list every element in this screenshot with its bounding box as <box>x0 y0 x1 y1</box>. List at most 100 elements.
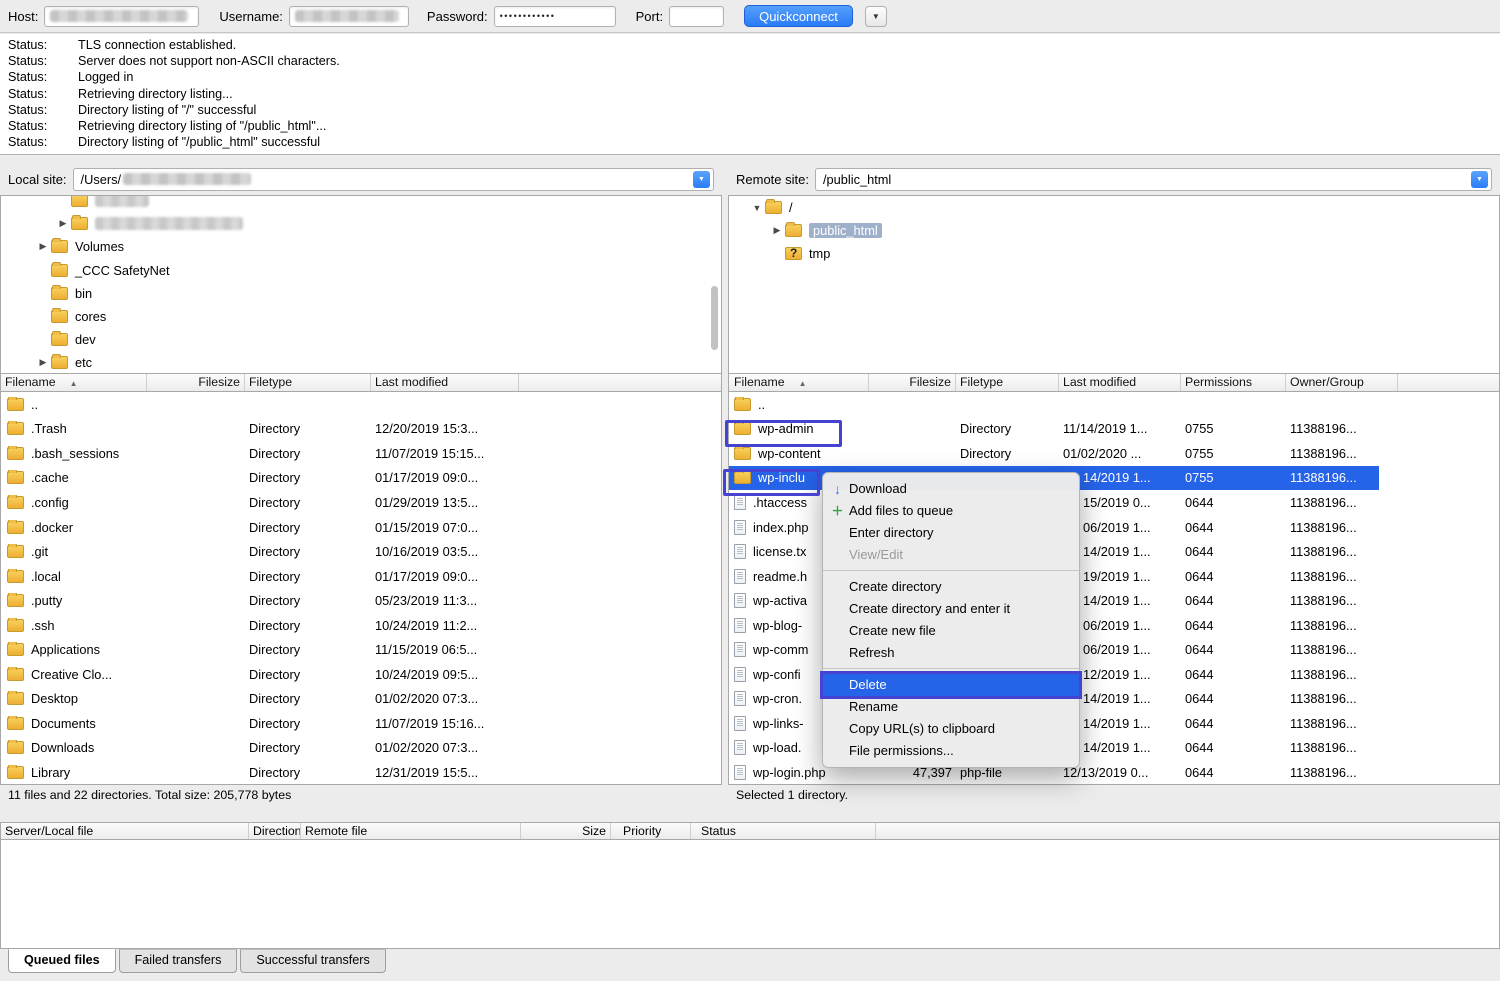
tree-item[interactable]: ▼ / <box>729 196 1499 219</box>
folder-icon <box>7 668 24 681</box>
column-header-permissions[interactable]: Permissions <box>1181 374 1286 391</box>
context-menu-item[interactable]: View/Edit <box>823 544 1079 566</box>
column-header-remote-file[interactable]: Remote file <box>301 823 521 839</box>
file-row[interactable]: .cache Directory 01/17/2019 09:0... <box>1 466 721 491</box>
context-menu-item[interactable]: Refresh <box>823 642 1079 664</box>
port-input[interactable] <box>669 6 724 27</box>
quickconnect-button[interactable]: Quickconnect <box>744 5 853 27</box>
status-line: Status: Retrieving directory listing... <box>8 87 1500 103</box>
column-header-filetype[interactable]: Filetype <box>956 374 1059 391</box>
tree-item[interactable]: tmp <box>729 242 1499 265</box>
file-owner: 11388196... <box>1286 421 1398 436</box>
context-menu-item[interactable] <box>823 570 1079 572</box>
column-header-filename[interactable]: Filename▲ <box>1 374 147 391</box>
column-header-size[interactable]: Size <box>521 823 611 839</box>
tree-item[interactable]: cores <box>1 305 721 328</box>
context-menu-item[interactable]: Create directory and enter it <box>823 598 1079 620</box>
file-name: .local <box>31 569 61 584</box>
tree-item[interactable]: _CCC SafetyNet <box>1 259 721 282</box>
password-input[interactable]: •••••••••••• <box>494 6 616 27</box>
tree-item[interactable]: ▶ <box>1 212 721 235</box>
disclosure-arrow-icon[interactable]: ▶ <box>55 218 71 229</box>
local-site-dropdown-button[interactable]: ▼ <box>693 171 710 188</box>
file-name: wp-content <box>758 446 821 461</box>
context-menu-item[interactable]: Download <box>823 478 1079 500</box>
file-row[interactable]: .. <box>729 392 1499 417</box>
context-menu-item[interactable]: Add files to queue <box>823 500 1079 522</box>
tree-item[interactable] <box>1 195 721 212</box>
tree-item[interactable]: ▶ Volumes <box>1 235 721 258</box>
quickconnect-dropdown-button[interactable]: ▼ <box>865 6 887 27</box>
tree-item[interactable]: ▶ public_html <box>729 219 1499 242</box>
disclosure-arrow-icon[interactable]: ▶ <box>35 357 51 368</box>
column-header-modified[interactable]: Last modified <box>371 374 519 391</box>
file-row[interactable]: .local Directory 01/17/2019 09:0... <box>1 564 721 589</box>
file-name: Library <box>31 765 70 780</box>
file-row[interactable]: Creative Clo... Directory 10/24/2019 09:… <box>1 662 721 687</box>
file-row[interactable]: Applications Directory 11/15/2019 06:5..… <box>1 637 721 662</box>
tree-scrollbar-thumb[interactable] <box>711 286 718 350</box>
column-header-modified[interactable]: Last modified <box>1059 374 1181 391</box>
queue-tab[interactable]: Queued files <box>8 949 116 973</box>
column-header-filename[interactable]: Filename▲ <box>729 374 869 391</box>
host-input[interactable] <box>44 6 199 27</box>
remote-site-dropdown-button[interactable]: ▼ <box>1471 171 1488 188</box>
column-header-status[interactable]: Status <box>691 823 876 839</box>
local-site-combo[interactable]: /Users/ ▼ <box>73 168 714 191</box>
file-row[interactable]: .Trash Directory 12/20/2019 15:3... <box>1 417 721 442</box>
redacted-local-path <box>123 173 251 185</box>
tree-item[interactable]: dev <box>1 328 721 351</box>
password-dots: •••••••••••• <box>500 11 556 21</box>
tree-item-label <box>95 195 149 207</box>
queue-tab[interactable]: Failed transfers <box>119 949 238 973</box>
file-row[interactable]: .git Directory 10/16/2019 03:5... <box>1 539 721 564</box>
context-menu-item[interactable]: Copy URL(s) to clipboard <box>823 718 1079 740</box>
folder-icon <box>7 422 24 435</box>
file-type: Directory <box>245 740 371 755</box>
column-header-filetype[interactable]: Filetype <box>245 374 371 391</box>
tree-item[interactable]: ▶ etc <box>1 351 721 374</box>
column-header-owner[interactable]: Owner/Group <box>1286 374 1398 391</box>
disclosure-arrow-icon[interactable]: ▶ <box>769 225 785 236</box>
context-menu-item[interactable] <box>823 668 1079 670</box>
local-pane: Local site: /Users/ ▼ ▶ <box>0 163 722 809</box>
file-permissions: 0644 <box>1181 740 1286 755</box>
file-name: wp-activa <box>753 593 807 608</box>
column-header-priority[interactable]: Priority <box>611 823 691 839</box>
file-name: index.php <box>753 520 809 535</box>
file-row[interactable]: wp-content Directory 01/02/2020 ... 0755… <box>729 441 1499 466</box>
column-header-filesize[interactable]: Filesize <box>869 374 956 391</box>
menu-item-label: Create new file <box>849 623 936 638</box>
context-menu-item[interactable]: Delete <box>823 674 1079 696</box>
file-row[interactable]: .putty Directory 05/23/2019 11:3... <box>1 588 721 613</box>
context-menu-item[interactable]: Create directory <box>823 576 1079 598</box>
status-line: Status: Directory listing of "/" success… <box>8 103 1500 119</box>
file-row[interactable]: .config Directory 01/29/2019 13:5... <box>1 490 721 515</box>
file-row[interactable]: Library Directory 12/31/2019 15:5... <box>1 760 721 785</box>
file-name: .. <box>31 397 38 412</box>
file-row[interactable]: .docker Directory 01/15/2019 07:0... <box>1 515 721 540</box>
password-label: Password: <box>427 9 488 24</box>
tree-item[interactable]: bin <box>1 282 721 305</box>
remote-site-combo[interactable]: /public_html ▼ <box>815 168 1492 191</box>
menu-item-label: Enter directory <box>849 525 934 540</box>
file-row[interactable]: Desktop Directory 01/02/2020 07:3... <box>1 687 721 712</box>
file-row[interactable]: wp-admin Directory 11/14/2019 1... 0755 … <box>729 417 1499 442</box>
file-row[interactable]: .bash_sessions Directory 11/07/2019 15:1… <box>1 441 721 466</box>
column-header-filesize[interactable]: Filesize <box>147 374 245 391</box>
file-row[interactable]: Downloads Directory 01/02/2020 07:3... <box>1 736 721 761</box>
folder-icon <box>7 570 24 583</box>
disclosure-arrow-icon[interactable]: ▶ <box>35 241 51 252</box>
queue-tab[interactable]: Successful transfers <box>240 949 385 973</box>
disclosure-arrow-icon[interactable]: ▼ <box>749 203 765 213</box>
context-menu-item[interactable]: File permissions... <box>823 740 1079 762</box>
file-row[interactable]: .ssh Directory 10/24/2019 11:2... <box>1 613 721 638</box>
column-header-direction[interactable]: Direction <box>249 823 301 839</box>
username-input[interactable] <box>289 6 409 27</box>
file-row[interactable]: .. <box>1 392 721 417</box>
file-row[interactable]: Documents Directory 11/07/2019 15:16... <box>1 711 721 736</box>
context-menu-item[interactable]: Create new file <box>823 620 1079 642</box>
column-header-server-local-file[interactable]: Server/Local file <box>1 823 249 839</box>
context-menu-item[interactable]: Enter directory <box>823 522 1079 544</box>
context-menu-item[interactable]: Rename <box>823 696 1079 718</box>
